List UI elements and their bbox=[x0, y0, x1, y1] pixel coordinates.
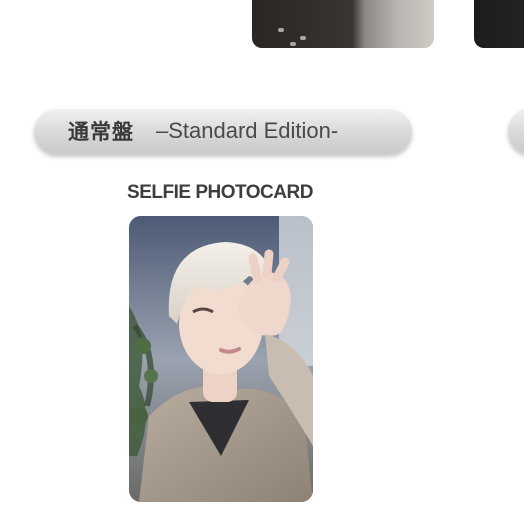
edition-title-en: –Standard Edition- bbox=[156, 118, 339, 143]
edition-banner: 通常盤 –Standard Edition- bbox=[34, 108, 412, 154]
selfie-photo-icon bbox=[129, 216, 313, 502]
top-photocard-right bbox=[474, 0, 524, 48]
edition-banner-next bbox=[508, 108, 524, 154]
top-photocard-left bbox=[252, 0, 434, 48]
edition-title-jp: 通常盤 bbox=[68, 120, 134, 144]
photocard-caption: SELFIE PHOTOCARD bbox=[127, 182, 313, 203]
selfie-photocard-image bbox=[129, 216, 313, 502]
page: 通常盤 –Standard Edition- SELFIE PHOTOCARD bbox=[0, 0, 524, 524]
